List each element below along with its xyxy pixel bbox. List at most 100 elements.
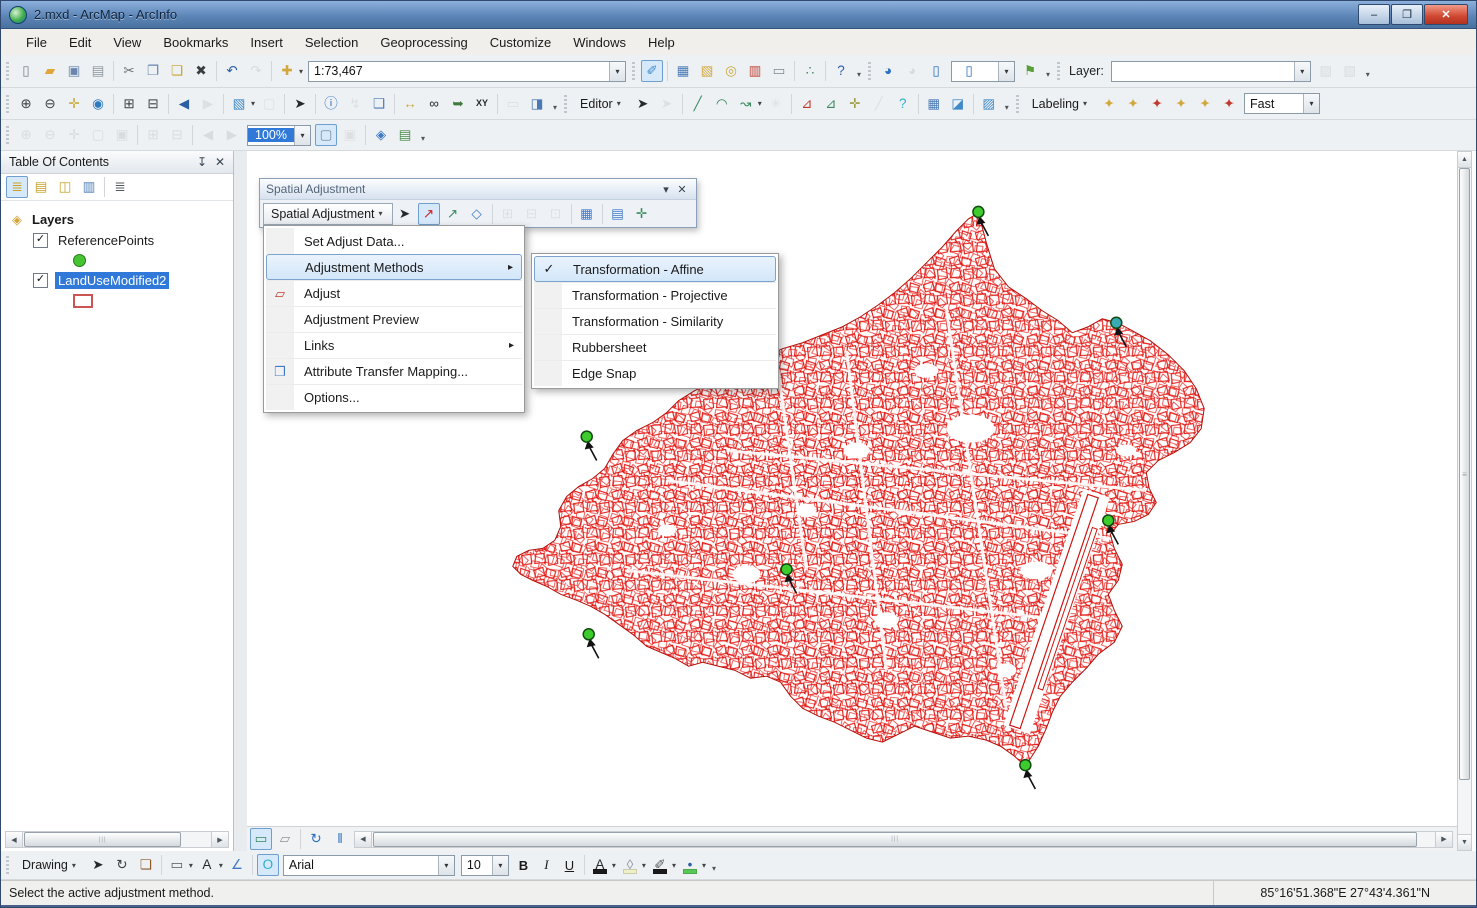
edit-vertices-icon[interactable]: ∠ <box>226 854 248 876</box>
marker-color-icon[interactable]: • <box>679 854 701 876</box>
preview-win-icon[interactable]: ▤ <box>607 203 629 225</box>
label-manager-icon[interactable]: ✦ <box>1098 93 1120 115</box>
menu-item-adjust[interactable]: ▱Adjust <box>266 280 522 306</box>
scrollbar-thumb[interactable]: ||| <box>373 832 1417 847</box>
chevron-down-icon[interactable]: ▾ <box>492 856 508 875</box>
checkbox[interactable]: ✓ <box>33 233 48 248</box>
topology-combo[interactable]: ▯ ▾ <box>951 61 1015 82</box>
toolbox-window-icon[interactable]: ▥ <box>744 60 766 82</box>
toc-root-label[interactable]: Layers <box>29 211 77 228</box>
submenu-item-transformation-affine[interactable]: ✓Transformation - Affine <box>534 256 776 282</box>
catalog-window-icon[interactable]: ▧ <box>696 60 718 82</box>
layer-name[interactable]: ReferencePoints <box>55 232 157 249</box>
zoom-in-icon[interactable]: ⊕ <box>15 93 37 115</box>
draft-mode-icon[interactable]: ▢ <box>315 124 337 146</box>
close-icon[interactable]: ✕ <box>674 183 690 196</box>
flag-icon[interactable]: ⚑ <box>1019 60 1041 82</box>
toolbar-grip[interactable] <box>564 95 567 113</box>
text-tool-icon[interactable]: A <box>196 854 218 876</box>
scale-value[interactable]: 1:73,467 <box>309 64 609 78</box>
arc-globe-icon[interactable]: ◕ <box>877 60 899 82</box>
back-extent-icon[interactable]: ◀ <box>173 93 195 115</box>
panel-splitter[interactable] <box>234 151 247 851</box>
line-color-icon[interactable]: ✐ <box>649 854 671 876</box>
open-links-icon[interactable]: ✛ <box>631 203 653 225</box>
list-visibility-icon[interactable]: ◫ <box>54 176 76 198</box>
layout-view-icon[interactable]: ▱ <box>274 828 296 850</box>
chevron-down-icon[interactable]: ▾ <box>299 67 303 76</box>
label-weight-icon[interactable]: ✦ <box>1146 93 1168 115</box>
sketch-properties-icon[interactable]: ◪ <box>947 93 969 115</box>
font-combo[interactable]: Arial ▾ <box>283 855 455 876</box>
cut-icon[interactable]: ✂ <box>118 60 140 82</box>
toolbar-overflow-icon[interactable]: ▾ <box>712 864 716 876</box>
edit-tool-icon[interactable]: ➤ <box>632 93 654 115</box>
window-small-icon[interactable]: ▯ <box>958 60 980 82</box>
toolbar-overflow-icon[interactable]: ▾ <box>421 134 425 146</box>
window-small-icon[interactable]: ▯ <box>925 60 947 82</box>
toc-layer-landusemodified2[interactable]: ✓LandUseModified2 <box>7 270 233 291</box>
ddp-icon[interactable]: ◈ <box>370 124 392 146</box>
view-unplaced-icon[interactable]: ✦ <box>1218 93 1240 115</box>
chevron-down-icon[interactable]: ▾ <box>642 861 646 870</box>
chevron-down-icon[interactable]: ▾ <box>438 856 454 875</box>
menu-item-attribute-transfer-mapping[interactable]: ❒Attribute Transfer Mapping... <box>266 358 522 384</box>
whats-this-icon[interactable]: ? <box>830 60 852 82</box>
map-vertical-scrollbar[interactable]: ▲ ≡ ▼ <box>1457 151 1472 851</box>
print-icon[interactable]: ▤ <box>87 60 109 82</box>
submenu-item-transformation-projective[interactable]: Transformation - Projective <box>534 282 776 308</box>
editor-sketch-icon[interactable]: ✐ <box>641 60 663 82</box>
scrollbar-thumb[interactable]: ≡ <box>1459 168 1470 780</box>
toolbar-overflow-icon[interactable]: ▾ <box>857 70 861 82</box>
find-icon[interactable]: ∞ <box>423 93 445 115</box>
layer-combo[interactable]: ▾ <box>1111 61 1311 82</box>
cut-polygons-icon[interactable]: ⊿ <box>796 93 818 115</box>
chevron-down-icon[interactable]: ▾ <box>609 62 625 81</box>
menu-item-adjustment-methods[interactable]: Adjustment Methods▸ <box>266 254 522 280</box>
link-table-icon[interactable]: ▦ <box>576 203 598 225</box>
submenu-item-edge-snap[interactable]: Edge Snap <box>534 360 776 386</box>
zoom-to-selected-icon[interactable]: ❏ <box>135 854 157 876</box>
list-selection-icon[interactable]: ▥ <box>78 176 100 198</box>
label-priority-icon[interactable]: ✦ <box>1122 93 1144 115</box>
zoom-out-icon[interactable]: ⊖ <box>39 93 61 115</box>
list-drawing-icon[interactable]: ≣ <box>6 176 28 198</box>
toolbar-overflow-icon[interactable]: ▾ <box>1046 70 1050 82</box>
checkbox[interactable]: ✓ <box>33 273 48 288</box>
drawing-menu-button[interactable]: Drawing ▾ <box>14 853 86 877</box>
font-value[interactable]: Arial <box>284 858 438 872</box>
menu-item-file[interactable]: File <box>15 32 58 53</box>
font-size-combo[interactable]: 10 ▾ <box>461 855 509 876</box>
magnifier-window-icon[interactable]: ◨ <box>526 93 548 115</box>
chevron-down-icon[interactable]: ▾ <box>219 861 223 870</box>
menu-item-set-adjust-data[interactable]: Set Adjust Data... <box>266 228 522 254</box>
rotate-element-icon[interactable]: ↻ <box>111 854 133 876</box>
refresh-view-icon[interactable]: ↻ <box>305 828 327 850</box>
lock-labels-icon[interactable]: ✦ <box>1170 93 1192 115</box>
copy-icon[interactable]: ❐ <box>142 60 164 82</box>
move-tool-icon[interactable]: ✛ <box>844 93 866 115</box>
chevron-down-icon[interactable]: ▾ <box>998 62 1014 81</box>
model-builder-icon[interactable]: ∴ <box>799 60 821 82</box>
labeling-mode-value[interactable]: Fast <box>1245 97 1303 111</box>
sa-select-icon[interactable]: ➤ <box>394 203 416 225</box>
toolbar-grip[interactable] <box>6 62 9 80</box>
scroll-down-icon[interactable]: ▼ <box>1458 834 1471 850</box>
toolbar-overflow-icon[interactable]: ▾ <box>553 103 557 115</box>
labeling-menu-button[interactable]: Labeling ▾ <box>1024 92 1097 116</box>
menu-item-links[interactable]: Links▸ <box>266 332 522 358</box>
chevron-down-icon[interactable]: ▾ <box>1294 62 1310 81</box>
fill-color-icon[interactable]: ◊ <box>619 854 641 876</box>
toc-options-icon[interactable]: ≣ <box>109 176 131 198</box>
bold-button[interactable]: B <box>513 855 534 876</box>
full-extent-icon[interactable]: ◉ <box>87 93 109 115</box>
toolbar-grip[interactable] <box>1016 95 1019 113</box>
menu-item-options[interactable]: Options... <box>266 384 522 410</box>
pause-labeling-icon[interactable]: ✦ <box>1194 93 1216 115</box>
toolbar-grip[interactable] <box>6 126 9 144</box>
font-size-value[interactable]: 10 <box>462 858 492 872</box>
straight-segment-icon[interactable]: ╱ <box>687 93 709 115</box>
map-view[interactable]: Spatial Adjustment ▾ ✕ Spatial Adjustmen… <box>247 151 1457 851</box>
font-color-icon[interactable]: A <box>589 854 611 876</box>
scroll-left-icon[interactable]: ◀ <box>355 832 372 847</box>
